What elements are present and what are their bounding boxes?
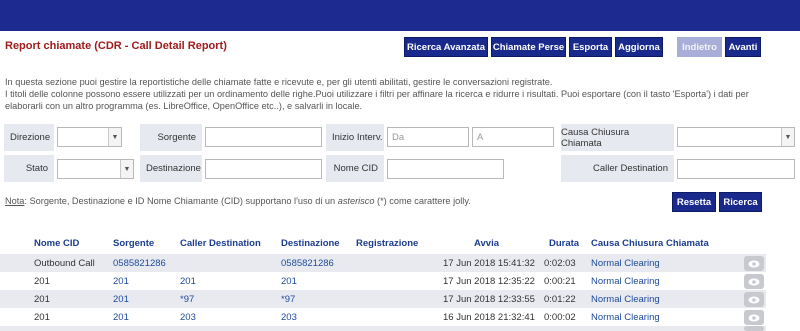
table-row: 201 201 203 203 16 Jun 2018 21:32:41 0:0… [0, 308, 766, 326]
caller-destination-cell[interactable]: *97 [180, 294, 194, 305]
intro-line-2: I titoli delle colonne possono essere ut… [5, 89, 749, 111]
forward-button[interactable]: Avanti [725, 37, 761, 57]
table-row: Outbound Call 0585821286 0585821286 17 J… [0, 254, 766, 272]
cid-name-cell: Outbound Call [34, 258, 95, 269]
cid-name-cell: 201 [34, 276, 50, 287]
column-header-duration[interactable]: Durata [549, 238, 579, 252]
note-text: : Sorgente, Destinazione e ID Nome Chiam… [24, 196, 338, 206]
duration-cell: 0:02:03 [544, 258, 576, 269]
destination-input[interactable] [205, 159, 322, 179]
start-cell: 17 Jun 2018 12:33:55 [443, 294, 535, 305]
destination-cell[interactable]: *97 [281, 294, 295, 305]
source-label: Sorgente [140, 124, 202, 151]
column-header-recording[interactable]: Registrazione [356, 238, 418, 252]
caller-destination-cell[interactable]: 201 [180, 276, 196, 287]
start-to-input[interactable]: A [472, 127, 554, 147]
cid-name-cell: 201 [34, 312, 50, 323]
eye-icon[interactable] [744, 292, 764, 307]
source-input[interactable] [205, 127, 322, 147]
destination-cell[interactable]: 201 [281, 276, 297, 287]
advanced-search-button[interactable]: Ricerca Avanzata [404, 37, 488, 57]
caller-destination-cell[interactable]: 203 [180, 312, 196, 323]
column-header-destination[interactable]: Destinazione [281, 238, 340, 252]
top-banner [0, 0, 800, 31]
page-title: Report chiamate (CDR - Call Detail Repor… [5, 40, 227, 52]
column-header-hangup-cause[interactable]: Causa Chiusura Chiamata [591, 238, 709, 252]
cid-name-cell: 201 [34, 294, 50, 305]
cid-name-input[interactable] [387, 159, 504, 179]
intro-text: In questa sezione puoi gestire la report… [5, 76, 785, 112]
eye-icon[interactable] [744, 256, 764, 271]
missed-calls-button[interactable]: Chiamate Perse [491, 37, 566, 57]
column-header-cid-name[interactable]: Nome CID [34, 238, 79, 252]
start-from-input[interactable]: Da [387, 127, 469, 147]
hangup-cause-cell[interactable]: Normal Clearing [591, 294, 660, 305]
caller-destination-label: Caller Destination [561, 155, 674, 182]
refresh-button[interactable]: Aggiorna [615, 37, 663, 57]
table-row-partial [0, 326, 766, 331]
eye-icon[interactable] [744, 274, 764, 289]
duration-cell: 0:00:02 [544, 312, 576, 323]
intro-line-1: In questa sezione puoi gestire la report… [5, 77, 553, 87]
eye-icon[interactable] [744, 326, 764, 331]
duration-cell: 0:01:22 [544, 294, 576, 305]
table-row: 201 201 201 201 17 Jun 2018 12:35:22 0:0… [0, 272, 766, 290]
cid-name-label: Nome CID [326, 155, 384, 182]
column-header-start[interactable]: Avvia [474, 238, 499, 252]
search-button[interactable]: Ricerca [719, 192, 762, 212]
destination-label: Destinazione [140, 155, 202, 182]
note-prefix: Nota [5, 196, 25, 206]
start-cell: 16 Jun 2018 21:32:41 [443, 312, 535, 323]
direction-select[interactable]: ▼ [57, 127, 122, 147]
source-cell[interactable]: 201 [113, 294, 129, 305]
export-button[interactable]: Esporta [569, 37, 612, 57]
caller-destination-input[interactable] [677, 159, 795, 179]
reset-button[interactable]: Resetta [672, 192, 716, 212]
duration-cell: 0:00:21 [544, 276, 576, 287]
hangup-cause-cell[interactable]: Normal Clearing [591, 258, 660, 269]
source-cell[interactable]: 201 [113, 312, 129, 323]
hangup-cause-cell[interactable]: Normal Clearing [591, 312, 660, 323]
wildcard-note: Nota: Sorgente, Destinazione e ID Nome C… [5, 196, 471, 206]
hangup-cause-label: Causa Chiusura Chiamata [561, 124, 674, 151]
status-label: Stato [4, 155, 54, 182]
column-header-source[interactable]: Sorgente [113, 238, 154, 252]
chevron-down-icon: ▼ [120, 160, 133, 178]
direction-label: Direzione [4, 124, 54, 151]
hangup-cause-select[interactable]: ▼ [677, 127, 795, 147]
source-cell[interactable]: 201 [113, 276, 129, 287]
status-select[interactable]: ▼ [57, 159, 134, 179]
chevron-down-icon: ▼ [781, 128, 794, 146]
destination-cell[interactable]: 203 [281, 312, 297, 323]
start-cell: 17 Jun 2018 15:41:32 [443, 258, 535, 269]
start-cell: 17 Jun 2018 12:35:22 [443, 276, 535, 287]
hangup-cause-cell[interactable]: Normal Clearing [591, 276, 660, 287]
start-interval-label: Inizio Interv. [326, 124, 384, 151]
back-button[interactable]: Indietro [677, 37, 722, 57]
source-cell[interactable]: 0585821286 [113, 258, 166, 269]
chevron-down-icon: ▼ [108, 128, 121, 146]
note-emphasis: asterisco [337, 196, 375, 206]
column-header-caller-destination[interactable]: Caller Destination [180, 238, 261, 252]
destination-cell[interactable]: 0585821286 [281, 258, 334, 269]
note-text-end: (*) come carattere jolly. [374, 196, 471, 206]
table-row: 201 201 *97 *97 17 Jun 2018 12:33:55 0:0… [0, 290, 766, 308]
eye-icon[interactable] [744, 310, 764, 325]
